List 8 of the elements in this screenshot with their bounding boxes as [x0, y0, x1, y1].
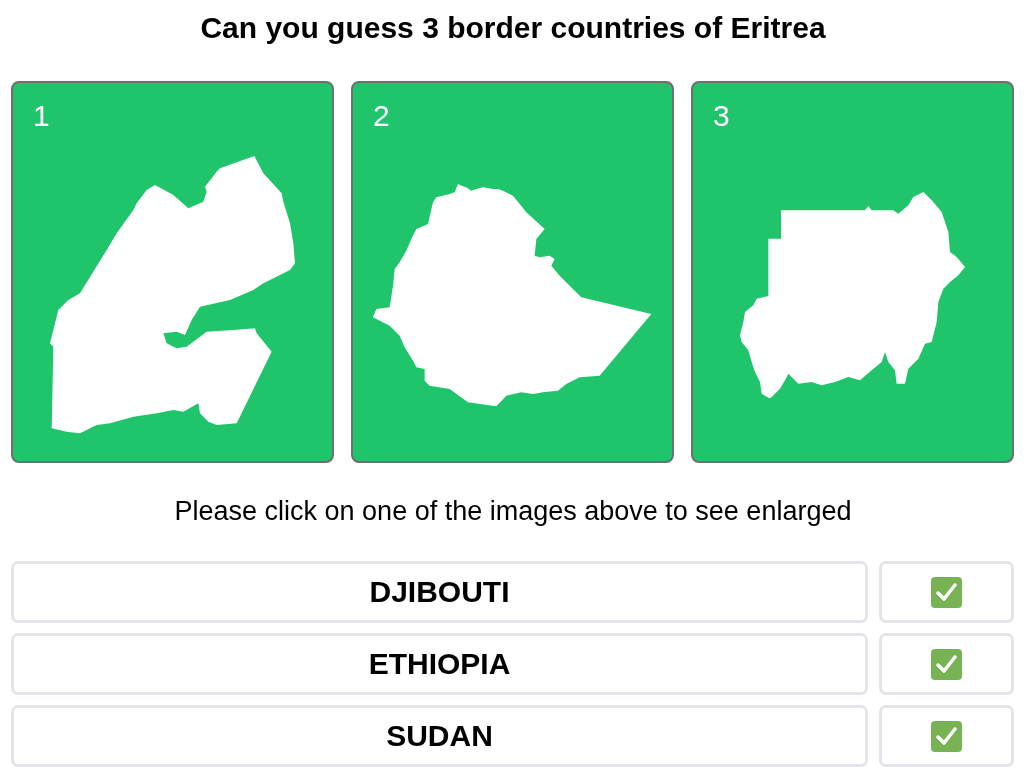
- card-number: 3: [713, 101, 730, 131]
- instruction-text: Please click on one of the images above to see enlarged: [174, 496, 852, 526]
- answer-button[interactable]: DJIBOUTI: [11, 561, 868, 623]
- quiz-title: Can you guess 3 border countries of Eritrea: [200, 10, 826, 46]
- answer-button[interactable]: SUDAN: [11, 705, 868, 767]
- card-number: 2: [373, 101, 390, 131]
- answer-button[interactable]: ETHIOPIA: [11, 633, 868, 695]
- card-number: 1: [33, 101, 50, 131]
